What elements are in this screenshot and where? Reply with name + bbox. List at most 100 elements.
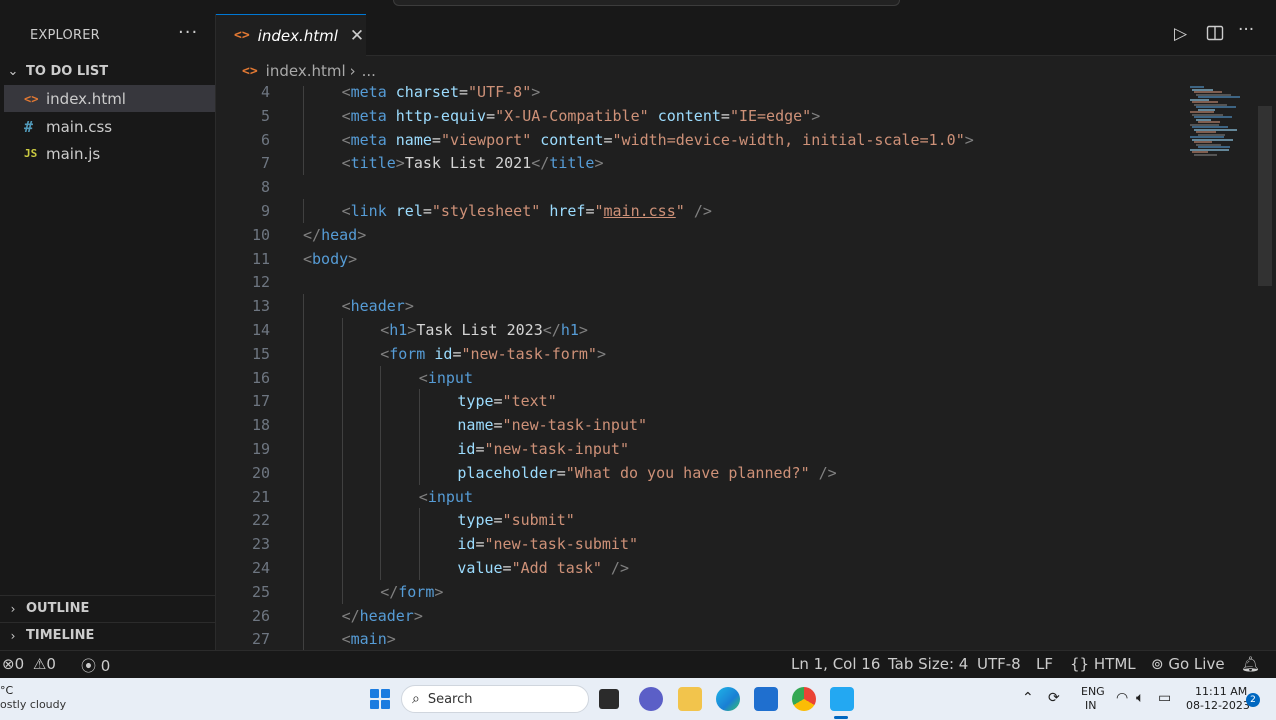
- code-line[interactable]: 14 <h1>Task List 2023</h1>: [216, 318, 1216, 342]
- code-token: </: [341, 606, 360, 625]
- breadcrumb-file[interactable]: index.html: [266, 62, 346, 80]
- code-line[interactable]: 18 name="new-task-input": [216, 413, 1216, 438]
- teams-chat-icon[interactable]: [639, 687, 663, 711]
- vscode-icon[interactable]: [830, 687, 854, 711]
- code-token: <: [380, 321, 390, 339]
- code-line[interactable]: 25 </form>: [216, 579, 1216, 604]
- split-editor-icon[interactable]: [1206, 24, 1224, 47]
- line-number: 21: [251, 487, 270, 506]
- code-line[interactable]: 15 <form id="new-task-form">: [216, 341, 1216, 366]
- folder-name: TO DO LIST: [26, 63, 109, 79]
- wifi-icon[interactable]: ◠: [1116, 690, 1128, 706]
- code-line[interactable]: 23 id="new-task-submit": [216, 532, 1216, 557]
- weather-desc[interactable]: ostly cloudy: [0, 698, 66, 711]
- code-editor[interactable]: 4 <meta charset="UTF-8"> 5 <meta http-equiv…: [216, 86, 1276, 650]
- more-actions-icon[interactable]: ···: [1238, 20, 1254, 40]
- cursor-position[interactable]: Ln 1, Col 16: [791, 655, 880, 673]
- code-token: Task List 2021: [404, 154, 532, 173]
- timeline-panel-header[interactable]: › TIMELINE: [0, 622, 216, 648]
- code-token: type: [457, 511, 494, 530]
- indent-guide: [380, 389, 382, 414]
- file-explorer-icon[interactable]: [678, 687, 702, 711]
- store-icon[interactable]: [754, 687, 778, 711]
- clock-date[interactable]: 08-12-2023: [1186, 699, 1250, 712]
- code-token: =: [502, 559, 512, 577]
- run-icon[interactable]: ▷: [1174, 24, 1187, 44]
- code-line[interactable]: 21 <input: [216, 484, 1216, 509]
- code-line[interactable]: 9 <link rel="stylesheet" href="main.css" …: [216, 199, 1216, 223]
- close-icon[interactable]: ✕: [350, 26, 364, 46]
- clock-time[interactable]: 11:11 AM: [1195, 685, 1247, 698]
- minimap[interactable]: [1186, 86, 1246, 166]
- indent-guide: [303, 603, 304, 628]
- edge-icon[interactable]: [716, 687, 740, 711]
- code-line[interactable]: 4 <meta charset="UTF-8">: [216, 86, 1216, 104]
- code-token: <: [341, 86, 351, 101]
- input-language[interactable]: ENG: [1081, 685, 1105, 698]
- volume-icon[interactable]: 🔈︎: [1136, 690, 1144, 706]
- indent-guide: [303, 341, 304, 366]
- input-region[interactable]: IN: [1085, 699, 1096, 712]
- code-line[interactable]: 22 type="submit": [216, 508, 1216, 533]
- start-button[interactable]: [370, 689, 390, 709]
- code-line[interactable]: 26 </header>: [216, 603, 1216, 628]
- code-token: />: [693, 202, 712, 220]
- bell-icon[interactable]: 🔔︎: [1241, 655, 1260, 673]
- indent-guide: [303, 556, 304, 580]
- code-line[interactable]: 12: [216, 270, 1216, 294]
- indent-guide: [341, 508, 343, 533]
- weather-temp[interactable]: °C: [0, 684, 13, 697]
- indent-guide: [341, 556, 343, 580]
- outline-panel-header[interactable]: › OUTLINE: [0, 595, 216, 621]
- notification-badge[interactable]: 2: [1246, 693, 1260, 707]
- chevron-up-icon[interactable]: ⌃: [1022, 690, 1034, 706]
- command-center[interactable]: [393, 0, 900, 6]
- battery-icon[interactable]: ▭: [1158, 690, 1171, 706]
- code-line[interactable]: 5 <meta http-equiv="X-UA-Compatible" cont…: [216, 103, 1216, 128]
- code-text: <main>: [342, 627, 396, 650]
- more-actions-icon[interactable]: ···: [178, 22, 198, 43]
- folder-to-do-list[interactable]: ⌄ TO DO LIST: [0, 60, 216, 82]
- breadcrumb-more[interactable]: ...: [362, 62, 376, 80]
- code-text: type="text": [457, 389, 556, 413]
- file-item-main-css[interactable]: # main.css: [4, 113, 215, 140]
- problems-indicator[interactable]: ⊗0 ⚠0: [2, 655, 56, 673]
- code-line[interactable]: 20 placeholder="What do you have planned?…: [216, 460, 1216, 485]
- encoding[interactable]: UTF-8: [977, 655, 1021, 673]
- code-line[interactable]: 8: [216, 175, 1216, 199]
- indent-guide: [418, 413, 420, 438]
- code-token: </: [380, 582, 399, 601]
- ports-indicator[interactable]: ⦿ 0: [81, 655, 110, 676]
- go-live-button[interactable]: ⊚ Go Live: [1151, 655, 1225, 673]
- tab-size[interactable]: Tab Size: 4: [888, 655, 968, 673]
- code-line[interactable]: 10 </head>: [216, 223, 1216, 247]
- code-text: placeholder="What do you have planned?" …: [457, 461, 836, 485]
- tab-index-html[interactable]: <> index.html ✕: [216, 14, 366, 56]
- code-line[interactable]: 24 value="Add task" />: [216, 556, 1216, 580]
- chrome-icon[interactable]: [792, 687, 816, 711]
- code-token: "UTF-8": [468, 86, 532, 101]
- code-line[interactable]: 11 <body>: [216, 247, 1216, 271]
- task-view-icon[interactable]: [599, 689, 619, 709]
- code-line[interactable]: 27 <main>: [216, 627, 1216, 650]
- file-item-index-html[interactable]: <> index.html: [4, 85, 215, 112]
- file-item-main-js[interactable]: JS main.js: [4, 140, 215, 167]
- code-token: id: [457, 440, 476, 458]
- taskbar-search[interactable]: ⌕ Search: [401, 685, 589, 713]
- code-line[interactable]: 6 <meta name="viewport" content="width=de…: [216, 127, 1216, 152]
- end-of-line[interactable]: LF: [1036, 655, 1053, 673]
- code-line[interactable]: 19 id="new-task-input": [216, 437, 1216, 461]
- language-mode[interactable]: {} HTML: [1070, 655, 1136, 673]
- code-line[interactable]: 16 <input: [216, 365, 1216, 390]
- code-line[interactable]: 17 type="text": [216, 389, 1216, 414]
- code-token: =: [720, 106, 730, 125]
- indent-guide: [418, 460, 420, 485]
- code-line[interactable]: 7 <title>Task List 2021</title>: [216, 151, 1216, 176]
- sync-icon[interactable]: ⟳: [1048, 690, 1060, 706]
- code-line[interactable]: 13 <header>: [216, 294, 1216, 319]
- vertical-scrollbar[interactable]: [1258, 106, 1272, 286]
